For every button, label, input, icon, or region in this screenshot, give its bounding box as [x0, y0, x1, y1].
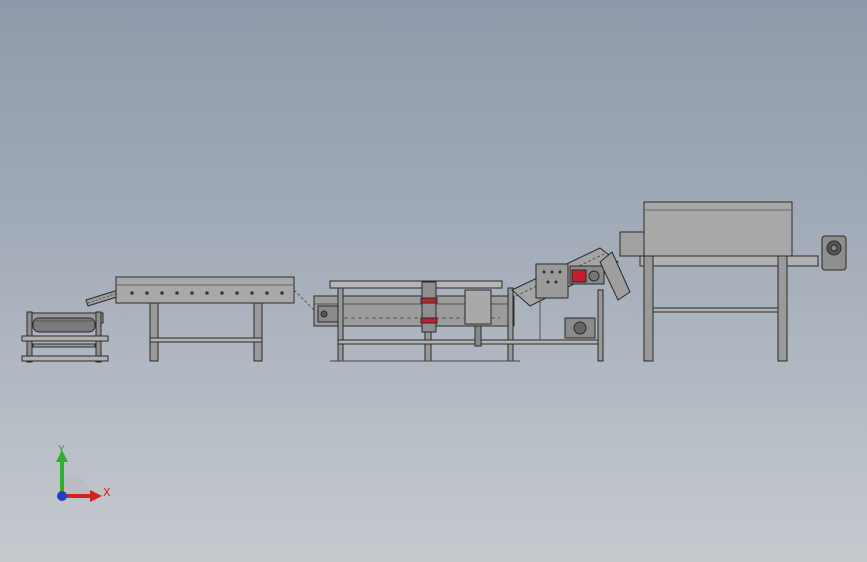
y-axis-label: Y [58, 443, 65, 456]
hood-machine[interactable] [619, 201, 819, 362]
end-motor[interactable] [821, 235, 847, 271]
long-roller-conveyor[interactable] [115, 276, 317, 362]
inclined-chain-conveyor[interactable] [85, 289, 121, 307]
assembly-drawing[interactable] [0, 0, 867, 562]
x-axis-label: X [103, 486, 111, 499]
coordinate-triad: Y X [40, 440, 120, 510]
graphics-viewport[interactable]: Y X [0, 0, 867, 562]
feed-roller-unit[interactable] [21, 311, 109, 363]
triad-graphic [56, 450, 102, 502]
